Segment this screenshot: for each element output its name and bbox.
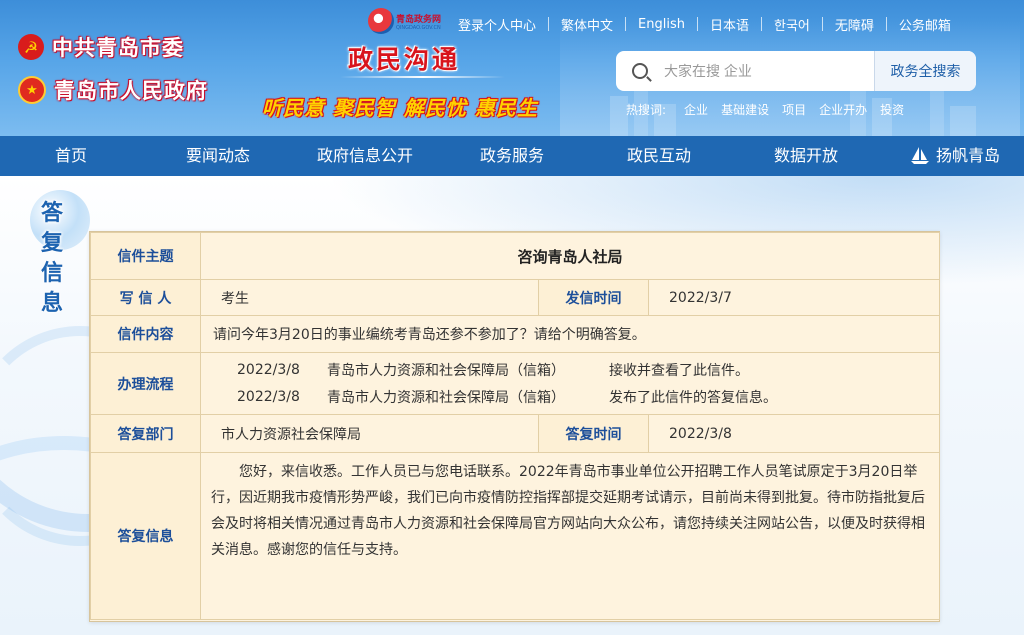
table-row: 写 信 人 考生 发信时间 2022/3/7 [90,279,941,316]
search-icon [616,51,664,91]
process-date: 2022/3/8 [237,389,300,405]
nav-item-news[interactable]: 要闻动态 [186,136,250,176]
main-nav: 首页 要闻动态 政府信息公开 政务服务 政民互动 数据开放 扬帆青岛 [0,136,1024,176]
nav-item-open-data[interactable]: 数据开放 [774,136,838,176]
globe-logo-icon [368,8,394,34]
table-row: 办理流程 2022/3/8 青岛市人力资源和社会保障局（信箱） 接收并查看了此信… [90,352,941,415]
reply-content: 您好，来信收悉。工作人员已与您电话联系。2022年青岛市事业单位公开招聘工作人员… [199,452,941,620]
hot-search-label: 热搜词: [626,103,667,117]
nav-item-interaction[interactable]: 政民互动 [627,136,691,176]
party-name: 中共青岛市委 [52,35,184,60]
hot-word[interactable]: 企业 [684,101,708,118]
search-box: 政务全搜索 [616,51,976,91]
content-label: 信件内容 [90,315,201,353]
city-government[interactable]: ★ 青岛市人民政府 [18,75,208,105]
side-title: 答复信息 [40,200,63,316]
government-name: 青岛市人民政府 [54,78,208,103]
hot-word[interactable]: 项目 [782,101,806,118]
hot-word[interactable]: 基础建设 [721,101,769,118]
table-row: 答复信息 您好，来信收悉。工作人员已与您电话联系。2022年青岛市事业单位公开招… [90,452,941,620]
search-input[interactable] [664,51,874,91]
hot-word[interactable]: 企业开办 [819,101,867,118]
sent-time-value: 2022/3/7 [647,279,941,316]
japanese-link[interactable]: 日本语 [698,15,761,34]
letter-detail-table: 信件主题 咨询青岛人社局 写 信 人 考生 发信时间 2022/3/7 信件内容… [90,232,941,620]
process-dept: 青岛市人力资源和社会保障局（信箱） [327,390,565,406]
hot-word[interactable]: 投资 [880,101,904,118]
site-header: ☭ 中共青岛市委 ★ 青岛市人民政府 青岛政务网 QINGDAO.GOV.CN … [0,0,1024,136]
party-committee[interactable]: ☭ 中共青岛市委 [18,32,184,62]
reply-time-label: 答复时间 [538,414,649,453]
brand-title: 政民沟通 [348,45,461,74]
subject-label: 信件主题 [90,232,201,280]
process-action: 接收并查看了此信件。 [609,363,749,379]
nav-item-gov-services[interactable]: 政务服务 [480,136,544,176]
letter-content: 请问今年3月20日的事业编统考青岛还参不参加了？请给个明确答复。 [199,315,941,353]
site-logo-text: 青岛政务网 [396,15,442,25]
official-mail-link[interactable]: 公务邮箱 [887,15,963,34]
letter-subject: 咨询青岛人社局 [199,232,941,280]
process-list: 2022/3/8 青岛市人力资源和社会保障局（信箱） 接收并查看了此信件。 20… [199,352,941,415]
site-logo[interactable]: 青岛政务网 QINGDAO.GOV.CN [368,6,448,38]
reply-label: 答复信息 [90,452,201,620]
traditional-chinese-link[interactable]: 繁体中文 [549,15,625,34]
nav-item-home[interactable]: 首页 [55,136,87,176]
writer-value: 考生 [200,279,539,316]
english-link[interactable]: English [626,17,697,32]
reply-dept-label: 答复部门 [90,414,201,453]
nav-item-yangfan[interactable]: 扬帆青岛 [910,136,1000,176]
party-emblem-icon: ☭ [18,34,44,60]
reply-time-value: 2022/3/8 [647,414,941,453]
nav-item-yangfan-label: 扬帆青岛 [935,146,1001,165]
reply-dept-value: 市人力资源社会保障局 [200,414,539,453]
sent-time-label: 发信时间 [538,279,649,316]
process-action: 发布了此信件的答复信息。 [609,390,777,406]
table-row: 信件主题 咨询青岛人社局 [90,232,941,280]
brand-divider [340,76,505,78]
process-label: 办理流程 [90,352,201,415]
slogan: 听民意 聚民智 解民忧 惠民生 [262,96,538,120]
table-row: 答复部门 市人力资源社会保障局 答复时间 2022/3/8 [90,414,941,453]
login-link[interactable]: 登录个人中心 [446,15,548,34]
process-date: 2022/3/8 [237,362,300,378]
process-step: 2022/3/8 青岛市人力资源和社会保障局（信箱） 发布了此信件的答复信息。 [201,384,939,411]
accessibility-link[interactable]: 无障碍 [823,15,886,34]
letter-detail-card: 信件主题 咨询青岛人社局 写 信 人 考生 发信时间 2022/3/7 信件内容… [89,231,941,622]
writer-label: 写 信 人 [90,279,201,316]
sailboat-icon [910,146,929,164]
top-links: 登录个人中心 繁体中文 English 日本语 한국어 无障碍 公务邮箱 [446,14,963,34]
process-step: 2022/3/8 青岛市人力资源和社会保障局（信箱） 接收并查看了此信件。 [201,357,939,384]
site-logo-subtext: QINGDAO.GOV.CN [396,25,441,31]
national-emblem-icon: ★ [18,76,46,104]
nav-item-gov-info[interactable]: 政府信息公开 [317,136,413,176]
process-dept: 青岛市人力资源和社会保障局（信箱） [327,363,565,379]
korean-link[interactable]: 한국어 [762,15,822,34]
search-button[interactable]: 政务全搜索 [874,51,976,91]
hot-search-words: 热搜词: 企业 基础建设 项目 企业开办 投资 [626,101,917,118]
table-row: 信件内容 请问今年3月20日的事业编统考青岛还参不参加了？请给个明确答复。 [90,315,941,353]
